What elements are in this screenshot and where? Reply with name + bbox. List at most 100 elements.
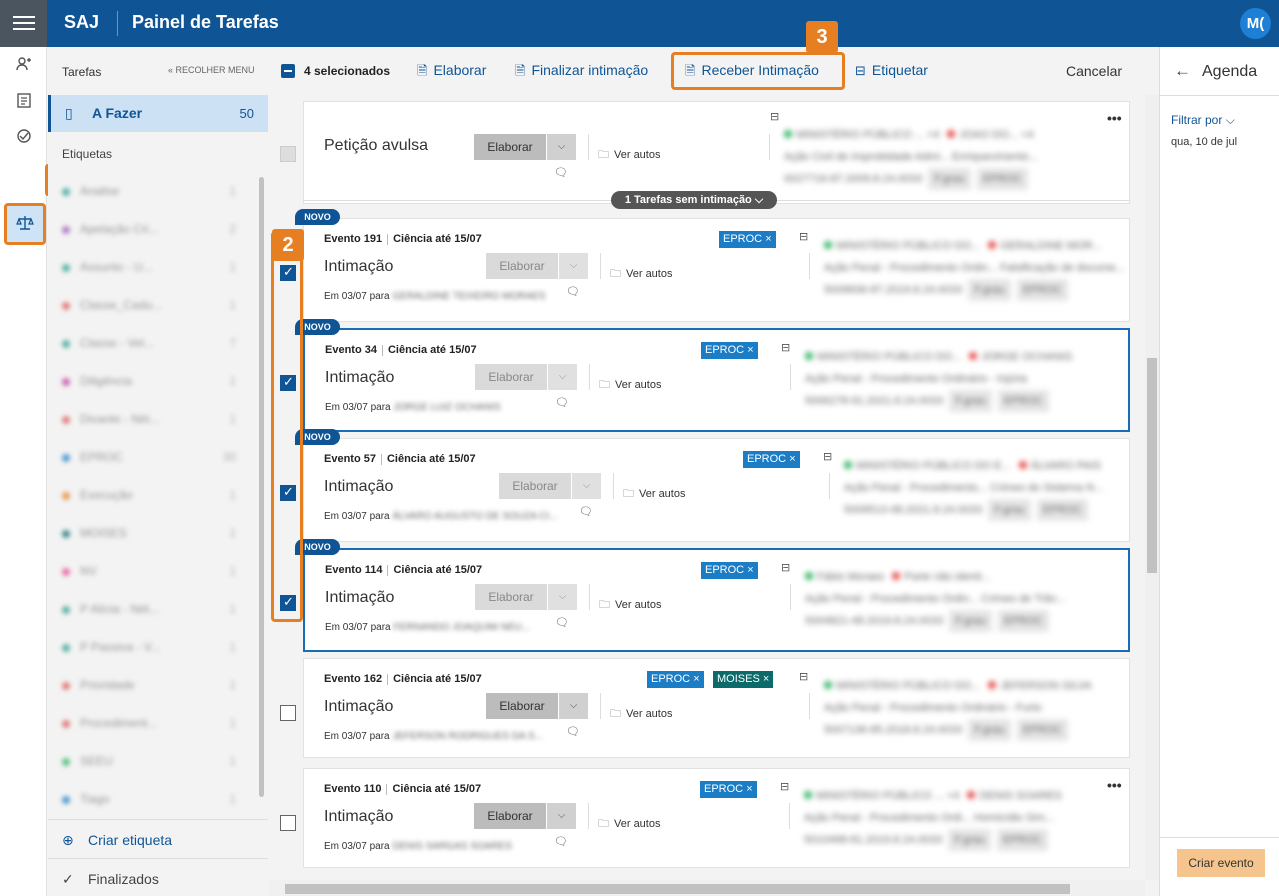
list-horizontal-scrollbar[interactable] bbox=[269, 880, 1145, 896]
elaborar-button[interactable]: Elaborar bbox=[475, 364, 547, 390]
comment-icon[interactable]: 🗨 bbox=[566, 285, 580, 298]
elaborar-split-button[interactable]: Elaborar ⌵ bbox=[499, 473, 601, 499]
sidebar-tag-item[interactable]: Execução 1 bbox=[48, 477, 256, 515]
remove-tag-icon[interactable]: × bbox=[746, 783, 752, 795]
scrollbar-thumb[interactable] bbox=[285, 884, 1070, 894]
elaborar-split-button[interactable]: Elaborar ⌵ bbox=[475, 584, 577, 610]
sidebar-item-a-fazer[interactable]: ▯ A Fazer 50 bbox=[48, 95, 268, 132]
back-arrow-icon[interactable]: ← bbox=[1174, 61, 1191, 81]
elaborar-split-button[interactable]: Elaborar ⌵ bbox=[486, 253, 588, 279]
select-all-checkbox[interactable] bbox=[281, 64, 295, 78]
add-tag-icon[interactable]: ⊟ bbox=[781, 561, 790, 574]
sidebar-tag-item[interactable]: NV 1 bbox=[48, 553, 256, 591]
scales-icon-active[interactable] bbox=[4, 203, 46, 245]
tag-pill[interactable]: EPROC × bbox=[647, 671, 704, 688]
chevron-down-icon[interactable]: ⌵ bbox=[548, 364, 577, 390]
task-card[interactable]: Evento 114 Ciência até 15/07 Intimação Elab… bbox=[303, 548, 1130, 652]
more-options-icon[interactable]: ••• bbox=[1107, 777, 1122, 793]
add-tag-icon[interactable]: ⊟ bbox=[780, 780, 789, 793]
filter-dropdown[interactable]: Filtrar por ⌵ bbox=[1171, 113, 1235, 128]
elaborar-split-button[interactable]: Elaborar ⌵ bbox=[475, 364, 577, 390]
ver-autos-link[interactable]: 🗀 Ver autos bbox=[623, 485, 685, 504]
receber-intimacao-button[interactable]: 🗎 Receber Intimação bbox=[685, 62, 819, 84]
chevron-down-icon[interactable]: ⌵ bbox=[547, 134, 576, 160]
tag-pill[interactable]: EPROC × bbox=[719, 231, 776, 248]
chevron-down-icon[interactable]: ⌵ bbox=[559, 253, 588, 279]
task-card[interactable]: Petição avulsa Elaborar ⌵ 🗀 Ver autos 🗨 ⊟ ••• MI… bbox=[303, 101, 1130, 204]
comment-icon[interactable]: 🗨 bbox=[579, 505, 593, 518]
ver-autos-link[interactable]: 🗀 Ver autos bbox=[598, 146, 660, 165]
people-icon[interactable] bbox=[12, 55, 36, 79]
sidebar-tag-item[interactable]: Divante - Néi... 1 bbox=[48, 401, 256, 439]
ver-autos-link[interactable]: 🗀 Ver autos bbox=[610, 265, 672, 284]
sidebar-tag-item[interactable]: P Alícia - Nét... 1 bbox=[48, 591, 256, 629]
more-options-icon[interactable]: ••• bbox=[1107, 110, 1122, 126]
chevron-down-icon[interactable]: ⌵ bbox=[547, 803, 576, 829]
elaborar-button[interactable]: Elaborar bbox=[486, 693, 558, 719]
comment-icon[interactable]: 🗨 bbox=[554, 835, 568, 848]
comment-icon[interactable]: 🗨 bbox=[555, 396, 569, 409]
sidebar-tag-item[interactable]: MOISES 1 bbox=[48, 515, 256, 553]
list-vertical-scrollbar[interactable] bbox=[1145, 95, 1159, 880]
add-tag-icon[interactable]: ⊟ bbox=[823, 450, 832, 463]
create-event-button[interactable]: Criar evento bbox=[1177, 849, 1265, 877]
add-tag-icon[interactable]: ⊟ bbox=[781, 341, 790, 354]
remove-tag-icon[interactable]: × bbox=[747, 564, 753, 576]
clipboard-icon[interactable] bbox=[12, 91, 36, 115]
tag-pill[interactable]: MOISES × bbox=[713, 671, 774, 688]
task-card[interactable]: Evento 34 Ciência até 15/07 Intimação Elabo… bbox=[303, 328, 1130, 432]
elaborar-split-button[interactable]: Elaborar ⌵ bbox=[486, 693, 588, 719]
remove-tag-icon[interactable]: × bbox=[763, 673, 769, 685]
tag-pill[interactable]: EPROC × bbox=[701, 562, 758, 579]
hamburger-menu-button[interactable] bbox=[0, 0, 47, 47]
elaborar-split-button[interactable]: Elaborar ⌵ bbox=[474, 803, 576, 829]
sidebar-tag-item[interactable]: Tiago 1 bbox=[48, 781, 256, 819]
remove-tag-icon[interactable]: × bbox=[693, 673, 699, 685]
add-tag-icon[interactable]: ⊟ bbox=[770, 110, 779, 123]
chevron-down-icon[interactable]: ⌵ bbox=[548, 584, 577, 610]
tag-pill[interactable]: EPROC × bbox=[701, 342, 758, 359]
sidebar-tag-item[interactable]: P Passiva - V... 1 bbox=[48, 629, 256, 667]
elaborar-button[interactable]: 🗎 Elaborar bbox=[417, 62, 486, 84]
remove-tag-icon[interactable]: × bbox=[765, 233, 771, 245]
create-tag-button[interactable]: ⊕ Criar etiqueta bbox=[62, 832, 172, 849]
elaborar-button[interactable]: Elaborar bbox=[486, 253, 558, 279]
chevron-down-icon[interactable]: ⌵ bbox=[572, 473, 601, 499]
comment-icon[interactable]: 🗨 bbox=[554, 166, 568, 179]
comment-icon[interactable]: 🗨 bbox=[566, 725, 580, 738]
sidebar-scrollbar[interactable] bbox=[259, 177, 264, 797]
sidebar-tag-item[interactable]: SEEU 1 bbox=[48, 743, 256, 781]
ver-autos-link[interactable]: 🗀 Ver autos bbox=[599, 376, 661, 395]
remove-tag-icon[interactable]: × bbox=[747, 344, 753, 356]
elaborar-button[interactable]: Elaborar bbox=[499, 473, 571, 499]
ver-autos-link[interactable]: 🗀 Ver autos bbox=[610, 705, 672, 724]
task-card[interactable]: Evento 191 Ciência até 15/07 Intimação Elab… bbox=[303, 218, 1130, 322]
finalized-button[interactable]: ✓ Finalizados bbox=[62, 871, 159, 888]
sidebar-tag-item[interactable]: Diligência 1 bbox=[48, 363, 256, 401]
sidebar-tag-item[interactable]: Classe_Cadu... 1 bbox=[48, 287, 256, 325]
row-checkbox[interactable] bbox=[280, 815, 296, 831]
task-card[interactable]: Evento 110 Ciência até 15/07 Intimação Elab… bbox=[303, 768, 1130, 868]
sidebar-tag-item[interactable]: Apelação Cri... 2 bbox=[48, 211, 256, 249]
sidebar-tag-item[interactable]: EPROC 30 bbox=[48, 439, 256, 477]
sidebar-tag-item[interactable]: Classe - Vel... 7 bbox=[48, 325, 256, 363]
scrollbar-thumb[interactable] bbox=[1147, 358, 1157, 573]
task-card[interactable]: Evento 162 Ciência até 15/07 Intimação Elab… bbox=[303, 658, 1130, 758]
ver-autos-link[interactable]: 🗀 Ver autos bbox=[598, 815, 660, 834]
user-avatar[interactable]: M( bbox=[1240, 8, 1271, 39]
remove-tag-icon[interactable]: × bbox=[789, 453, 795, 465]
elaborar-button[interactable]: Elaborar bbox=[475, 584, 547, 610]
ver-autos-link[interactable]: 🗀 Ver autos bbox=[599, 596, 661, 615]
elaborar-button[interactable]: Elaborar bbox=[474, 134, 546, 160]
cancel-button[interactable]: Cancelar bbox=[1066, 63, 1122, 79]
add-tag-icon[interactable]: ⊟ bbox=[799, 670, 808, 683]
add-tag-icon[interactable]: ⊟ bbox=[799, 230, 808, 243]
elaborar-button[interactable]: Elaborar bbox=[474, 803, 546, 829]
sidebar-tag-item[interactable]: Analise 1 bbox=[48, 173, 256, 211]
handshake-icon[interactable] bbox=[12, 127, 36, 151]
sidebar-tag-item[interactable]: Procediment... 1 bbox=[48, 705, 256, 743]
sidebar-tag-item[interactable]: Prioridade 1 bbox=[48, 667, 256, 705]
task-card[interactable]: Evento 57 Ciência até 15/07 Intimação Elabo… bbox=[303, 438, 1130, 542]
sidebar-tag-item[interactable]: Assunto - U... 1 bbox=[48, 249, 256, 287]
finalizar-intimacao-button[interactable]: 🗎 Finalizar intimação bbox=[515, 62, 648, 84]
